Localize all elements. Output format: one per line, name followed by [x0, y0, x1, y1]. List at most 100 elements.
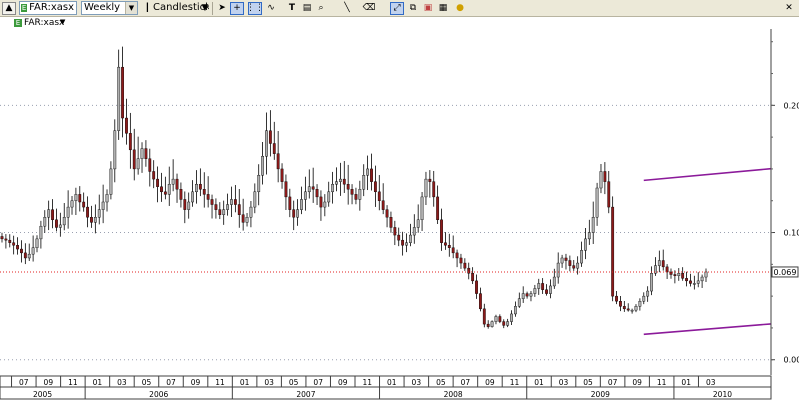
month-label: 03 [117, 378, 127, 387]
down-candle [86, 206, 89, 218]
down-candle [467, 267, 471, 274]
down-candle [502, 321, 506, 326]
down-candle [132, 149, 136, 170]
down-candle [459, 257, 463, 264]
x-axis: 07 09 11 01 03 05 07 09 11 01 03 05 07 09 11 01 03 05 07 09… [0, 375, 772, 400]
up-candle [529, 293, 533, 297]
price-chart[interactable]: 0.069 0.000 0.100 0.200 07 09 11 01 03 05 07 09 11… [0, 0, 799, 400]
down-candle [315, 189, 319, 198]
month-label: 09 [632, 378, 642, 387]
down-candle [0, 236, 4, 240]
down-candle [428, 178, 432, 182]
up-candle [117, 66, 121, 131]
up-candle [249, 206, 253, 218]
month-label: 07 [166, 378, 176, 387]
month-label: 09 [44, 378, 54, 387]
down-candle [179, 189, 183, 200]
down-candle [440, 219, 443, 243]
up-candle [66, 206, 70, 218]
down-candle [292, 209, 296, 218]
down-candle [685, 278, 688, 282]
year-label: 2006 [149, 390, 168, 399]
up-candle [420, 196, 424, 221]
down-candle [373, 181, 377, 193]
up-candle [650, 273, 653, 292]
down-candle [82, 201, 86, 208]
down-candle [471, 273, 475, 282]
up-candle [533, 288, 537, 294]
up-candle [704, 271, 708, 278]
down-candle [498, 316, 502, 322]
down-candle [397, 234, 401, 241]
month-label: 07 [313, 378, 323, 387]
up-candle [140, 148, 144, 159]
month-label: 05 [142, 378, 152, 387]
down-candle [447, 245, 451, 248]
down-candle [148, 158, 152, 172]
up-candle [327, 191, 331, 203]
up-candle [335, 181, 338, 185]
down-candle [661, 260, 665, 268]
up-candle [506, 321, 510, 326]
up-candle [657, 260, 661, 266]
up-candle [677, 273, 681, 276]
up-candle [136, 158, 140, 170]
month-label: 11 [510, 378, 520, 387]
down-candle [545, 289, 548, 294]
up-candle [587, 232, 591, 240]
year-label: 2005 [33, 390, 52, 399]
down-candle [51, 209, 54, 221]
up-candle [696, 280, 700, 284]
month-label: 07 [608, 378, 618, 387]
up-candle [253, 191, 257, 208]
month-label: 11 [362, 378, 372, 387]
up-candle [226, 204, 229, 210]
up-candle [31, 247, 35, 255]
up-candle [595, 187, 599, 218]
y-tick-label: 0.000 [784, 356, 799, 365]
down-candle [486, 323, 490, 327]
down-candle [268, 130, 272, 144]
down-candle [622, 306, 626, 310]
down-candle [463, 262, 467, 269]
up-candle [39, 225, 43, 240]
up-candle [599, 171, 603, 189]
down-candle [280, 168, 284, 182]
up-candle [191, 191, 194, 203]
down-candle [525, 293, 529, 297]
down-candle [377, 191, 381, 201]
up-candle [74, 194, 78, 201]
month-label: 03 [559, 378, 569, 387]
up-candle [576, 262, 580, 269]
down-candle [202, 189, 206, 195]
up-candle [405, 242, 408, 246]
up-candle [105, 194, 109, 203]
up-candle [62, 217, 66, 226]
up-candle [416, 219, 420, 228]
up-candle [642, 295, 646, 302]
up-candle [331, 183, 335, 193]
plot-area [0, 29, 771, 375]
down-candle [393, 227, 397, 236]
up-candle [113, 130, 117, 170]
down-candle [370, 168, 373, 182]
up-candle [171, 178, 175, 185]
month-row [0, 375, 772, 388]
down-candle [241, 214, 245, 223]
up-candle [167, 183, 171, 195]
year-label: 2007 [296, 390, 315, 399]
down-candle [607, 181, 611, 208]
down-candle [183, 199, 187, 210]
down-candle [436, 196, 440, 221]
down-candle [175, 178, 179, 190]
down-candle [432, 181, 436, 198]
down-candle [284, 181, 288, 198]
up-candle [195, 183, 198, 193]
up-candle [366, 168, 370, 176]
down-candle [272, 143, 276, 154]
down-candle [342, 178, 346, 185]
down-candle [206, 194, 210, 200]
month-label: 01 [387, 378, 397, 387]
up-candle [408, 234, 412, 243]
down-candle [23, 252, 27, 259]
